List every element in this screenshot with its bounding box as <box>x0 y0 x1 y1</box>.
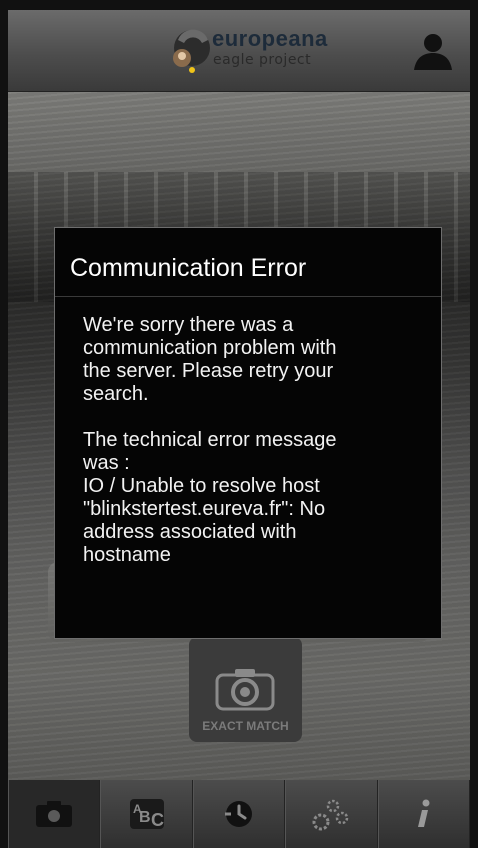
gears-icon <box>312 799 349 831</box>
camera-icon <box>215 669 275 711</box>
exact-match-label: EXACT MATCH <box>202 719 289 733</box>
dialog-message: We're sorry there was a communication pr… <box>83 314 423 567</box>
svg-text:C: C <box>151 810 164 830</box>
dialog-title: Communication Error <box>70 254 307 282</box>
camera-icon <box>36 801 73 827</box>
abc-text-icon: A B C <box>129 799 164 830</box>
tab-text[interactable]: A B C <box>100 780 193 848</box>
logo-title: europeana <box>212 26 328 51</box>
error-dialog: Communication Error We're sorry there wa… <box>54 227 442 639</box>
top-app-bar: europeana eagle project <box>8 10 470 92</box>
exact-match-button[interactable]: EXACT MATCH <box>189 637 302 742</box>
tab-settings[interactable] <box>285 780 378 848</box>
europeana-logo-icon <box>173 29 210 73</box>
info-icon <box>417 799 430 827</box>
tab-info[interactable] <box>377 780 471 848</box>
tab-camera[interactable] <box>8 780 101 848</box>
dialog-message-paragraph: We're sorry there was a communication pr… <box>83 314 337 405</box>
tab-history[interactable] <box>192 780 286 848</box>
bottom-tab-bar: A B C <box>8 780 471 848</box>
svg-text:B: B <box>139 809 151 826</box>
logo-subtitle: eagle project <box>213 52 312 68</box>
dialog-divider <box>55 296 441 297</box>
history-icon <box>225 801 253 827</box>
app-logo: europeana eagle project <box>168 26 358 80</box>
profile-button[interactable] <box>410 28 456 74</box>
dialog-error-detail: The technical error message was : IO / U… <box>83 429 337 566</box>
person-icon <box>414 34 452 70</box>
